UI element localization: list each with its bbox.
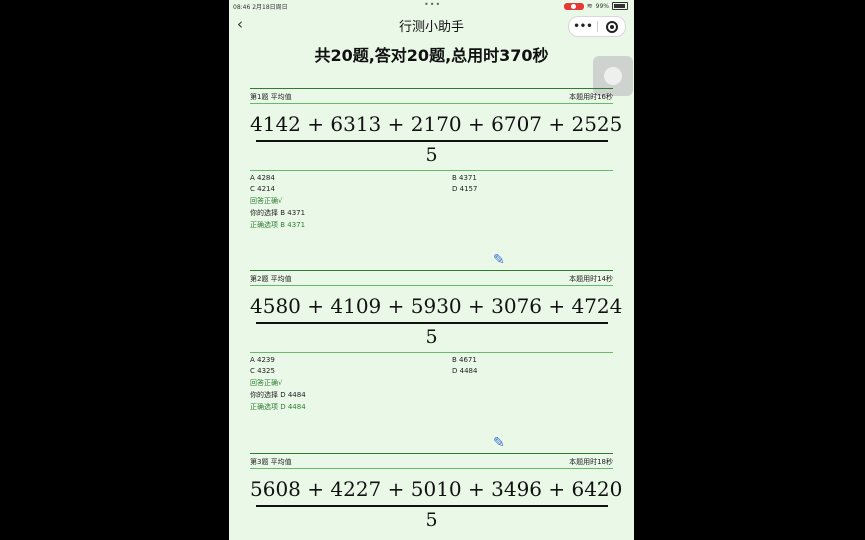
pen-icon[interactable]: ✎ (493, 435, 505, 451)
correct-option: 正确选项 B 4371 (250, 221, 306, 229)
nav-bar: ‹ 行测小助手 ••• (229, 11, 634, 39)
question-time: 本题用时18秒 (569, 458, 613, 466)
denominator: 5 (425, 144, 438, 166)
close-miniprogram-button[interactable] (598, 20, 625, 33)
question-label: 第3题 平均值 (250, 458, 292, 466)
option-b: B 4671 (452, 356, 477, 364)
drag-handle-dots: ••• (424, 0, 442, 9)
question-label: 第1题 平均值 (250, 93, 292, 101)
question-time: 本题用时14秒 (569, 275, 613, 283)
question-time: 本题用时16秒 (569, 93, 613, 101)
header-divider (250, 285, 613, 286)
denominator: 5 (425, 326, 438, 348)
fraction-bar (255, 140, 608, 142)
option-c: C 4325 (250, 367, 275, 375)
numerator: 4580 + 4109 + 5930 + 3076 + 4724 (250, 294, 623, 318)
options: A 4239 B 4671 C 4325 D 4484 (250, 353, 613, 377)
header-divider (250, 468, 613, 469)
battery-percent: 99% (595, 2, 609, 10)
result-summary: 共20题,答对20题,总用时370秒 (314, 46, 549, 65)
result-text: 回答正确√ (250, 379, 283, 387)
question-label: 第2题 平均值 (250, 275, 292, 283)
battery-icon (612, 2, 628, 10)
more-icon[interactable]: ••• (569, 18, 597, 36)
options: A 4284 B 4371 C 4214 D 4157 (250, 171, 613, 195)
question-header: 第2题 平均值 本题用时14秒 (250, 271, 613, 285)
status-time: 08:46 2月18日周日 (233, 4, 288, 11)
close-circle-icon (605, 20, 618, 33)
question-header: 第3题 平均值 本题用时18秒 (250, 454, 613, 468)
question-card-1: 第1题 平均值 本题用时16秒 4142 + 6313 + 2170 + 670… (250, 88, 623, 231)
option-b: B 4371 (452, 174, 477, 182)
option-a: A 4284 (250, 174, 275, 182)
denominator: 5 (425, 509, 438, 531)
answer-feedback: 回答正确√ 你的选择 B 4371 正确选项 B 4371 (250, 195, 613, 231)
phone-screen: 08:46 2月18日周日 ••• ≋ 99% ‹ 行测小助手 ••• 共20题… (229, 0, 634, 540)
question-card-2: 第2题 平均值 本题用时14秒 4580 + 4109 + 5930 + 307… (250, 270, 623, 413)
option-c: C 4214 (250, 185, 275, 193)
numerator: 5608 + 4227 + 5010 + 3496 + 6420 (250, 477, 623, 501)
your-choice: 你的选择 D 4484 (250, 391, 306, 399)
recording-icon (563, 2, 584, 10)
question-card-3: 第3题 平均值 本题用时18秒 5608 + 4227 + 5010 + 349… (250, 453, 623, 531)
answer-feedback: 回答正确√ 你的选择 D 4484 正确选项 D 4484 (250, 377, 613, 413)
pen-icon[interactable]: ✎ (493, 252, 505, 268)
your-choice: 你的选择 B 4371 (250, 209, 306, 217)
miniprogram-capsule: ••• (568, 16, 626, 37)
result-text: 回答正确√ (250, 197, 283, 205)
fraction-bar (255, 505, 608, 507)
question-header: 第1题 平均值 本题用时16秒 (250, 89, 613, 103)
numerator: 4142 + 6313 + 2170 + 6707 + 2525 (250, 112, 623, 136)
wifi-icon: ≋ (586, 2, 593, 10)
status-right: ≋ 99% (563, 2, 628, 10)
option-d: D 4484 (452, 367, 478, 375)
option-a: A 4239 (250, 356, 275, 364)
status-bar: 08:46 2月18日周日 ••• ≋ 99% (229, 0, 634, 11)
option-d: D 4157 (452, 185, 478, 193)
correct-option: 正确选项 D 4484 (250, 403, 306, 411)
fraction-bar (255, 322, 608, 324)
header-divider (250, 103, 613, 104)
